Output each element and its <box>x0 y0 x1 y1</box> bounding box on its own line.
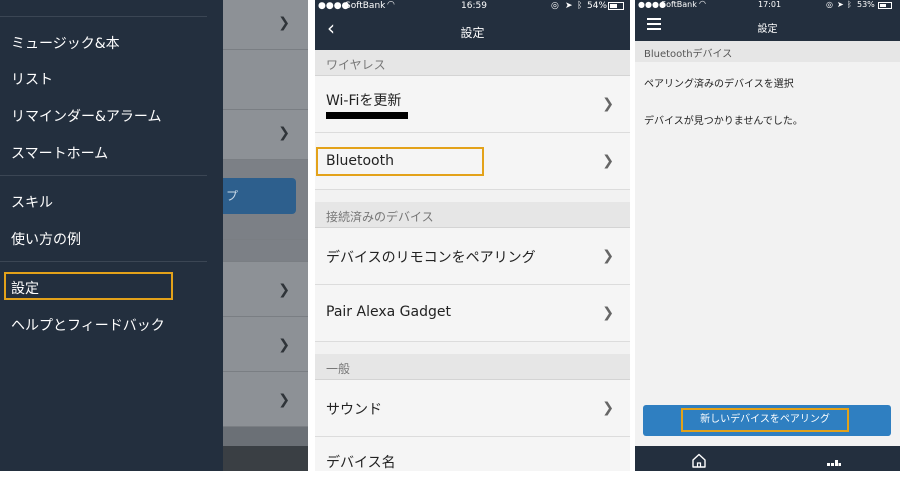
pair-new-device-button[interactable]: 新しいデバイスをペアリング <box>643 405 891 436</box>
settings-row-device-name[interactable]: デバイス名 <box>315 437 630 471</box>
battery-icon <box>878 2 892 9</box>
section-header-bluetooth-devices: Bluetoothデバイス <box>635 41 900 62</box>
menu-item-lists[interactable]: リスト <box>11 69 53 89</box>
chevron-right-icon: ❯ <box>602 248 614 264</box>
nav-title: 設定 <box>460 26 485 40</box>
section-header-wireless: ワイヤレス <box>315 50 630 76</box>
chevron-right-icon: ❯ <box>278 15 290 31</box>
settings-row-pair-remote[interactable]: デバイスのリモコンをペアリング ❯ <box>315 228 630 285</box>
clock-label: 17:01 <box>758 0 782 9</box>
background-row: ❯ <box>222 0 308 50</box>
select-paired-device-text: ペアリング済みのデバイスを選択 <box>644 79 794 90</box>
pair-button-label: 新しいデバイスをペアリング <box>681 408 849 432</box>
status-bar: ●●●● SoftBank ◠ 16:59 ◎ ➤ ᛒ 54% <box>315 0 630 13</box>
drawer-divider <box>0 175 207 176</box>
no-devices-found-text: デバイスが見つかりませんでした。 <box>644 116 803 127</box>
background-row: ❯ <box>222 262 308 317</box>
chevron-right-icon: ❯ <box>278 337 290 353</box>
background-row <box>222 50 308 110</box>
bluetooth-icon: ᛒ <box>847 0 852 9</box>
navigation-bar: 設定 <box>635 12 900 41</box>
background-tab-bar <box>222 446 308 471</box>
chevron-right-icon: ❯ <box>278 392 290 408</box>
drawer-screen: ❯ ❯ プ ❯ ❯ ❯ ミュージック&本 リスト リマインダー&アラーム スマー… <box>0 0 308 471</box>
menu-item-reminders-alarms[interactable]: リマインダー&アラーム <box>11 106 162 126</box>
menu-item-smart-home[interactable]: スマートホーム <box>11 143 108 163</box>
menu-item-skills[interactable]: スキル <box>11 192 53 212</box>
chevron-right-icon: ❯ <box>602 153 614 169</box>
background-row: ❯ <box>222 110 308 160</box>
section-header-general: 一般 <box>315 354 630 380</box>
navigation-drawer: ミュージック&本 リスト リマインダー&アラーム スマートホーム スキル 使い方… <box>0 0 223 471</box>
battery-percent: 54% <box>587 1 608 11</box>
chevron-right-icon: ❯ <box>602 96 614 112</box>
wifi-icon: ◠ <box>387 0 395 10</box>
background-button: プ <box>222 178 296 214</box>
redacted-network-name <box>326 112 408 119</box>
row-label: Wi-Fiを更新 <box>326 93 402 109</box>
row-label: Pair Alexa Gadget <box>326 304 451 320</box>
location-icon: ➤ <box>565 1 573 11</box>
location-icon: ➤ <box>837 0 844 9</box>
chevron-right-icon: ❯ <box>278 282 290 298</box>
bluetooth-devices-screen: ●●●● SoftBank ◠ 17:01 ◎ ➤ ᛒ 53% 設定 Bluet… <box>635 0 900 471</box>
bluetooth-highlight-box <box>316 147 484 176</box>
drawer-divider <box>0 16 207 17</box>
status-bar: ●●●● SoftBank ◠ 17:01 ◎ ➤ ᛒ 53% <box>635 0 900 12</box>
home-icon[interactable] <box>691 453 707 468</box>
lock-rotation-icon: ◎ <box>826 0 833 9</box>
bottom-tab-bar <box>635 446 900 471</box>
chevron-right-icon: ❯ <box>602 305 614 321</box>
carrier-label: SoftBank <box>345 1 386 11</box>
clock-label: 16:59 <box>461 1 487 11</box>
settings-row-sound[interactable]: サウンド ❯ <box>315 380 630 437</box>
background-row <box>222 240 308 262</box>
battery-percent: 53% <box>857 0 875 9</box>
screenshot-root: ❯ ❯ プ ❯ ❯ ❯ ミュージック&本 リスト リマインダー&アラーム スマー… <box>0 0 900 480</box>
menu-item-examples[interactable]: 使い方の例 <box>11 229 81 249</box>
chevron-right-icon: ❯ <box>602 400 614 416</box>
battery-icon <box>608 2 624 10</box>
background-row: ❯ <box>222 317 308 372</box>
settings-highlight-box <box>4 272 173 300</box>
wifi-icon: ◠ <box>699 0 706 8</box>
bluetooth-icon: ᛒ <box>577 1 583 11</box>
settings-row-wifi[interactable]: Wi-Fiを更新 ❯ <box>315 76 630 133</box>
settings-row-pair-gadget[interactable]: Pair Alexa Gadget ❯ <box>315 285 630 342</box>
chevron-right-icon: ❯ <box>278 125 290 141</box>
activity-icon[interactable] <box>827 459 841 467</box>
settings-screen: ●●●● SoftBank ◠ 16:59 ◎ ➤ ᛒ 54% ‹ 設定 ワイヤ… <box>315 0 630 471</box>
drawer-divider <box>0 261 207 262</box>
lock-rotation-icon: ◎ <box>551 1 559 11</box>
section-header-connected-devices: 接続済みのデバイス <box>315 202 630 228</box>
row-label: サウンド <box>326 402 382 418</box>
carrier-label: SoftBank <box>661 0 697 9</box>
row-label: デバイスのリモコンをペアリング <box>326 250 536 266</box>
row-label: デバイス名 <box>326 455 396 471</box>
background-row: ❯ <box>222 372 308 427</box>
navigation-bar: ‹ 設定 <box>315 13 630 50</box>
nav-title: 設定 <box>757 24 778 35</box>
menu-item-help-feedback[interactable]: ヘルプとフィードバック <box>11 315 165 335</box>
background-button-label: プ <box>226 189 239 203</box>
menu-item-music-books[interactable]: ミュージック&本 <box>11 33 120 53</box>
